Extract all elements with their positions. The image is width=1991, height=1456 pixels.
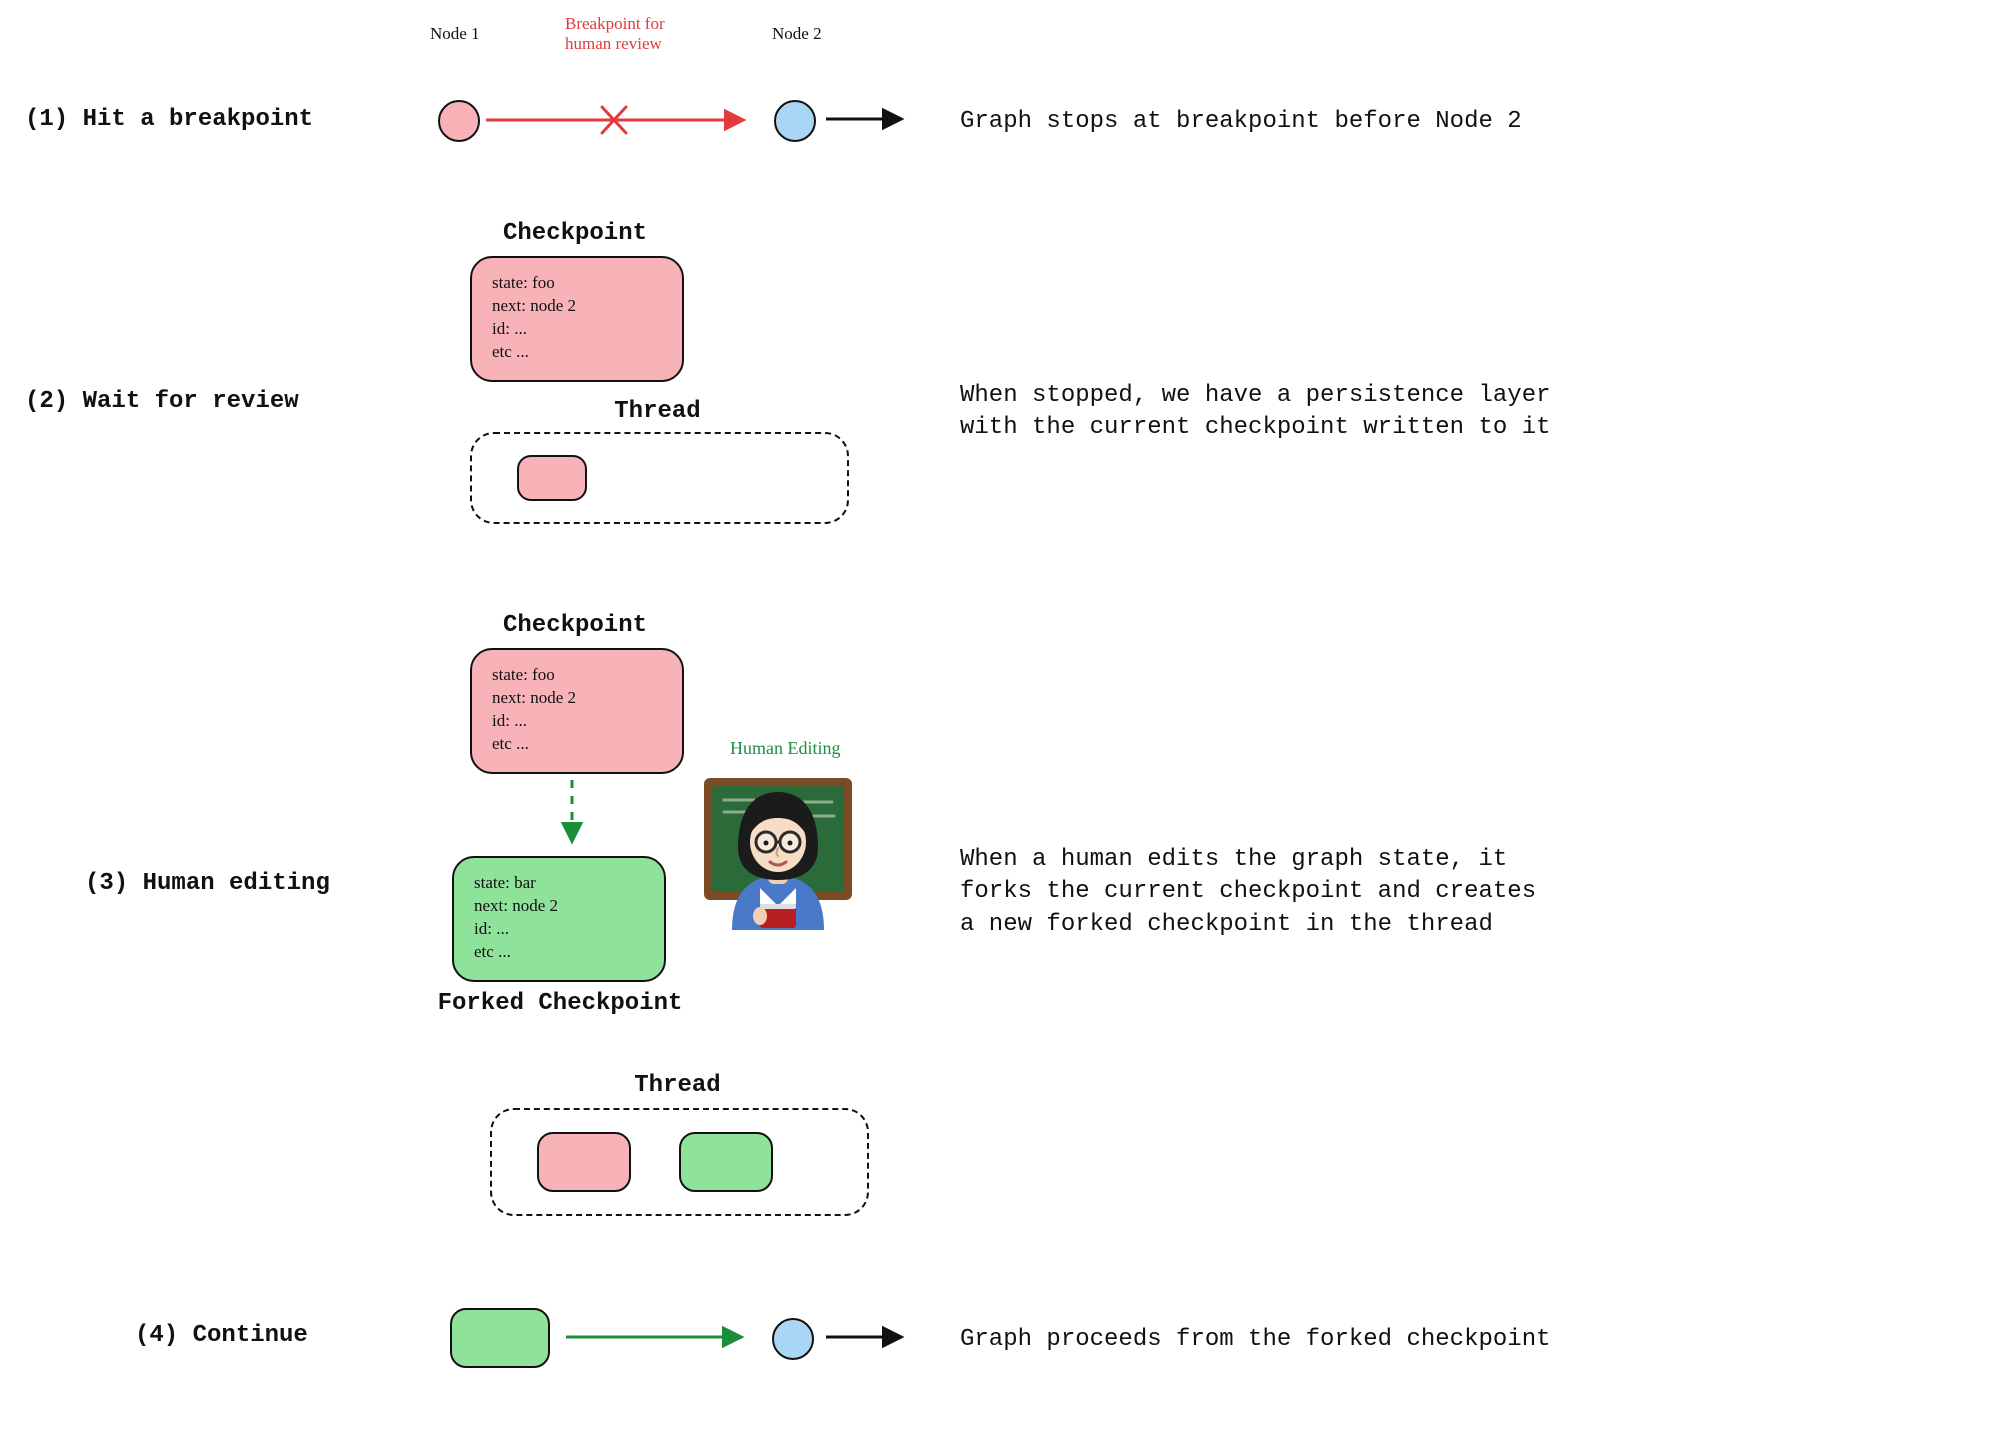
red-arrow-with-x-icon [484, 102, 754, 138]
node1-label: Node 1 [430, 24, 480, 44]
cp-line: etc ... [492, 341, 662, 364]
step2-label: (2) Wait for review [25, 388, 299, 415]
fcp-line: id: ... [474, 918, 644, 941]
step3-description: When a human edits the graph state, it f… [960, 844, 1536, 941]
step2-thread-title: Thread [470, 398, 845, 425]
cp-line: next: node 2 [492, 295, 662, 318]
fcp-line: next: node 2 [474, 895, 644, 918]
human-editing-label: Human Editing [730, 738, 841, 759]
cp-line: state: foo [492, 664, 662, 687]
cp-line: next: node 2 [492, 687, 662, 710]
human-avatar-icon [698, 770, 858, 930]
step3-checkpoint-title: Checkpoint [470, 612, 680, 639]
step3-forked-card: state: bar next: node 2 id: ... etc ... [452, 856, 666, 982]
cp-line: id: ... [492, 710, 662, 733]
node2-circle [774, 100, 816, 142]
green-dashed-arrow-down-icon [552, 776, 592, 854]
step3-forked-lines: state: bar next: node 2 id: ... etc ... [474, 872, 644, 964]
step2-thread-box [470, 432, 849, 524]
fcp-line: state: bar [474, 872, 644, 895]
cp-line: etc ... [492, 733, 662, 756]
step3-thread-title: Thread [490, 1072, 865, 1099]
step3-checkpoint-lines: state: foo next: node 2 id: ... etc ... [492, 664, 662, 756]
step2-checkpoint-title: Checkpoint [470, 220, 680, 247]
step1-description: Graph stops at breakpoint before Node 2 [960, 106, 1522, 138]
node1-circle [438, 100, 480, 142]
thread-item-pink [517, 455, 587, 501]
step3-forked-title: Forked Checkpoint [420, 990, 700, 1017]
green-arrow-icon [562, 1320, 752, 1354]
cp-line: id: ... [492, 318, 662, 341]
step3-thread-box [490, 1108, 869, 1216]
thread-item-pink [537, 1132, 631, 1192]
black-arrow-short2-icon [822, 1322, 912, 1352]
fcp-line: etc ... [474, 941, 644, 964]
step2-description: When stopped, we have a persistence laye… [960, 380, 1551, 445]
step3-label: (3) Human editing [85, 870, 330, 897]
black-arrow-short-icon [822, 104, 912, 134]
step4-label: (4) Continue [135, 1322, 308, 1349]
step4-description: Graph proceeds from the forked checkpoin… [960, 1324, 1551, 1356]
step1-label: (1) Hit a breakpoint [25, 106, 313, 133]
continue-green-box [450, 1308, 550, 1368]
step2-checkpoint-card: state: foo next: node 2 id: ... etc ... [470, 256, 684, 382]
step3-checkpoint-card: state: foo next: node 2 id: ... etc ... [470, 648, 684, 774]
node2-label: Node 2 [772, 24, 822, 44]
breakpoint-label: Breakpoint for human review [565, 14, 665, 53]
continue-node2-circle [772, 1318, 814, 1360]
cp-line: state: foo [492, 272, 662, 295]
step2-checkpoint-lines: state: foo next: node 2 id: ... etc ... [492, 272, 662, 364]
thread-item-green [679, 1132, 773, 1192]
